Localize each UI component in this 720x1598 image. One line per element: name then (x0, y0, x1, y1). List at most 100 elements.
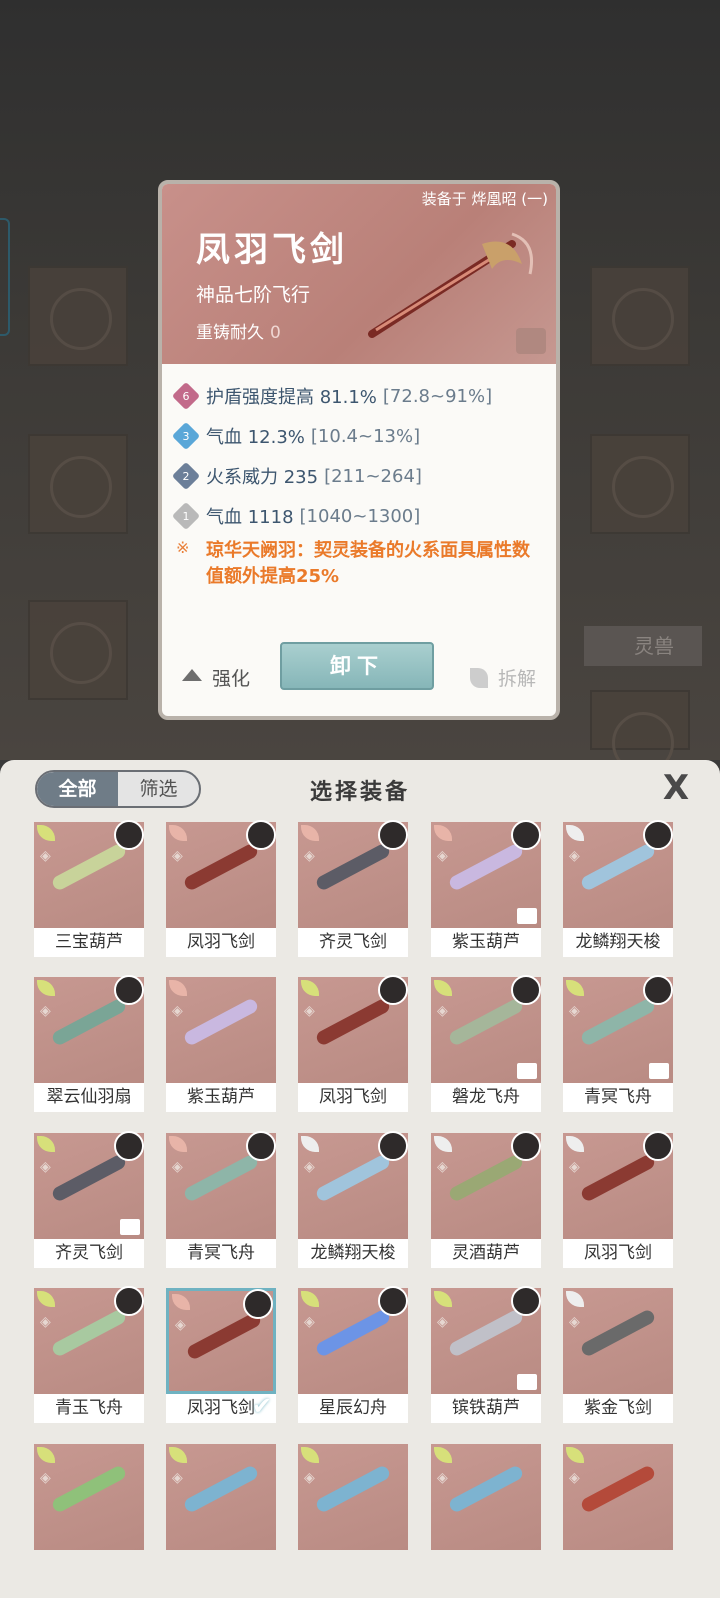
wing-quality-icon (169, 825, 187, 841)
equipment-item[interactable]: ◈ (166, 1444, 276, 1579)
enhance-label: 强化 (212, 668, 251, 690)
equipment-item[interactable]: ◈ 凤羽飞剑 ✔ (166, 1288, 276, 1423)
equipment-image: ◈ (431, 1131, 541, 1239)
wing-quality-icon (434, 1136, 452, 1152)
element-icon: ◈ (437, 1159, 448, 1175)
element-icon: ◈ (172, 1470, 183, 1486)
owner-avatar (511, 975, 541, 1005)
equipment-item[interactable]: ◈ 三宝葫芦 (34, 820, 144, 957)
equipment-icon (579, 997, 657, 1047)
equipment-icon (50, 1153, 128, 1203)
bg-equip-slot (590, 266, 690, 366)
equipment-icon (447, 842, 525, 892)
equipment-icon (50, 997, 128, 1047)
enhance-button[interactable]: 强化 (182, 664, 250, 691)
owner-avatar (246, 820, 276, 850)
equipment-item[interactable]: ◈ 紫金飞剑 (563, 1288, 673, 1423)
side-tab-edge (0, 218, 10, 336)
equipment-name: 星辰幻舟 (298, 1394, 408, 1423)
wing-quality-icon (169, 980, 187, 996)
equipment-item[interactable]: ◈ 磐龙飞舟 (431, 975, 541, 1112)
equipment-item[interactable]: ◈ 青冥飞舟 (166, 1131, 276, 1268)
wing-quality-icon (301, 1447, 319, 1463)
element-icon: ◈ (40, 848, 51, 864)
equipment-item[interactable]: ◈ 龙鳞翔天梭 (298, 1131, 408, 1268)
equipment-item[interactable]: ◈ (563, 1444, 673, 1579)
stat-range: [10.4~13%] (310, 425, 421, 447)
owner-avatar (114, 1131, 144, 1161)
equipment-item[interactable]: ◈ 龙鳞翔天梭 (563, 820, 673, 957)
lock-icon (517, 1374, 537, 1390)
element-icon: ◈ (569, 1159, 580, 1175)
equipment-icon (182, 1464, 260, 1514)
equipment-item[interactable]: ◈ 紫玉葫芦 (431, 820, 541, 957)
equipment-image: ◈ (166, 977, 276, 1083)
equipment-item[interactable]: ◈ 青玉飞舟 (34, 1286, 144, 1423)
equipment-name: 镔铁葫芦 (431, 1394, 541, 1423)
equipment-icon (182, 1153, 260, 1203)
wing-quality-icon (434, 980, 452, 996)
equipment-item[interactable]: ◈ (431, 1444, 541, 1579)
wing-quality-icon (434, 1291, 452, 1307)
equipment-item[interactable]: ◈ 灵酒葫芦 (431, 1131, 541, 1268)
equipment-icon (314, 1153, 392, 1203)
equipment-item[interactable]: ◈ 青冥飞舟 (563, 975, 673, 1112)
equipment-image: ◈ (34, 975, 144, 1083)
equipment-name: 凤羽飞剑 (166, 928, 276, 957)
panel-title: 选择装备 (309, 780, 410, 805)
equipment-icon (314, 997, 392, 1047)
wing-quality-icon (434, 825, 452, 841)
equipment-item[interactable]: ◈ 凤羽飞剑 (166, 820, 276, 957)
wing-quality-icon (37, 825, 55, 841)
element-icon: ◈ (40, 1314, 51, 1330)
bg-equip-slot (28, 434, 128, 534)
equipment-item[interactable]: ◈ 星辰幻舟 (298, 1286, 408, 1423)
dismantle-button[interactable]: 拆解 (469, 664, 536, 691)
element-icon: ◈ (40, 1159, 51, 1175)
equipment-name: 青冥飞舟 (166, 1239, 276, 1268)
equipment-item[interactable]: ◈ 翠云仙羽扇 (34, 975, 144, 1112)
equipment-item[interactable]: ◈ 齐灵飞剑 (298, 820, 408, 957)
stat-name: 护盾强度提高 81.1% (206, 387, 377, 408)
equipment-item[interactable]: ◈ (298, 1444, 408, 1579)
equipment-image: ◈ (563, 975, 673, 1083)
equipment-select-panel: 全部 筛选 选择装备 X ◈ 三宝葫芦 ◈ 凤羽飞剑 ◈ 齐灵飞剑 ◈ 紫玉葫芦 ◈ 龙鳞翔天梭 ◈… (0, 760, 720, 1598)
stat-tier-icon: 3 (171, 421, 201, 451)
equipment-icon (447, 1308, 525, 1358)
wing-quality-icon (37, 980, 55, 996)
equipment-item[interactable]: ◈ 镔铁葫芦 (431, 1286, 541, 1423)
close-button[interactable]: X (654, 766, 698, 810)
equipment-image: ◈ (298, 820, 408, 928)
equipment-image: ◈ (431, 1286, 541, 1394)
wing-quality-icon (566, 1136, 584, 1152)
stat-name: 火系威力 235 (206, 467, 319, 488)
lock-icon[interactable] (516, 328, 546, 354)
stat-range: [1040~1300] (299, 505, 421, 527)
owner-avatar (378, 975, 408, 1005)
equipment-item[interactable]: ◈ 齐灵飞剑 (34, 1131, 144, 1268)
bg-spirit-tag: 灵兽 (584, 626, 702, 666)
selected-check-icon: ✔ (251, 1392, 272, 1420)
equipment-name: 紫金飞剑 (563, 1394, 673, 1423)
stat-row: 6 护盾强度提高 81.1% [72.8~91%] (171, 376, 546, 416)
owner-avatar (378, 1131, 408, 1161)
equipment-image: ◈ (563, 1288, 673, 1394)
equipment-item[interactable]: ◈ 紫玉葫芦 (166, 977, 276, 1112)
bg-equip-slot (28, 266, 128, 366)
equipment-image: ◈ (166, 1444, 276, 1550)
equipment-item[interactable]: ◈ 凤羽飞剑 (563, 1131, 673, 1268)
owner-avatar (378, 1286, 408, 1316)
element-icon: ◈ (175, 1317, 186, 1333)
equipment-image: ◈ (563, 1444, 673, 1550)
unequip-button[interactable]: 卸下 (280, 642, 434, 690)
equipment-item[interactable]: ◈ (34, 1444, 144, 1579)
equipment-image: ◈ (34, 1286, 144, 1394)
equipment-image: ◈ (166, 1131, 276, 1239)
equipment-image: ◈ (563, 1131, 673, 1239)
equipment-item[interactable]: ◈ 凤羽飞剑 (298, 975, 408, 1112)
stat-tier-icon: 2 (171, 461, 201, 491)
element-icon: ◈ (172, 1159, 183, 1175)
equipment-name: 凤羽飞剑 (298, 1083, 408, 1112)
equipment-name: 齐灵飞剑 (34, 1239, 144, 1268)
dismantle-label: 拆解 (497, 668, 536, 690)
